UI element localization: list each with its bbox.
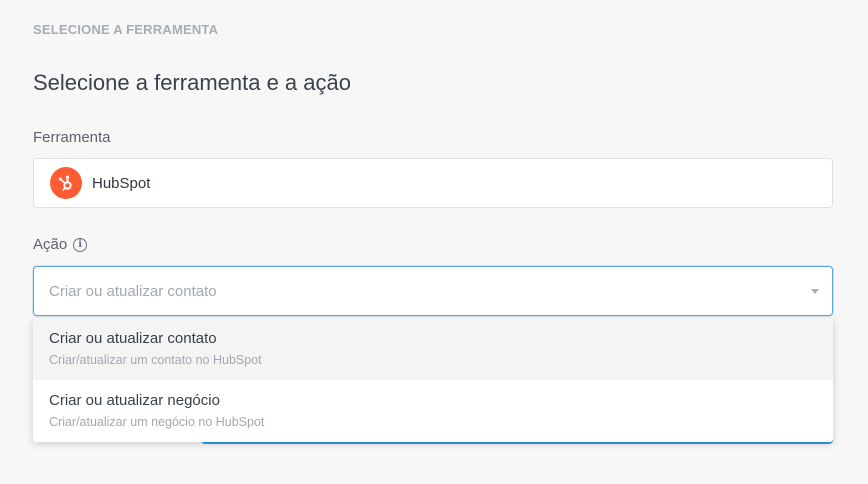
tool-select[interactable]: HubSpot [33,158,833,208]
action-field-label: Ação i [33,236,88,253]
page-title: Selecione a ferramenta e a ação [33,70,351,95]
option-description: Criar/atualizar um negócio no HubSpot [49,415,265,429]
tool-name: HubSpot [92,174,151,192]
info-icon[interactable]: i [73,237,88,252]
section-header: SELECIONE A FERRAMENTA [33,22,219,37]
tool-label-text: Ferramenta [33,129,111,146]
action-label-text: Ação [33,236,68,253]
tool-field-label: Ferramenta [33,129,111,146]
hubspot-logo-icon [50,167,82,199]
action-select[interactable]: Criar ou atualizar contato [33,266,833,316]
dropdown-option[interactable]: Criar ou atualizar negócio Criar/atualiz… [33,380,833,442]
option-title: Criar ou atualizar contato [49,330,217,347]
action-select-placeholder: Criar ou atualizar contato [49,282,217,300]
option-description: Criar/atualizar um contato no HubSpot [49,353,262,367]
dropdown-option[interactable]: Criar ou atualizar contato Criar/atualiz… [33,318,833,380]
option-title: Criar ou atualizar negócio [49,392,220,409]
action-dropdown-menu: Criar ou atualizar contato Criar/atualiz… [33,318,833,442]
tool-selection-page: SELECIONE A FERRAMENTA Selecione a ferra… [0,0,868,484]
caret-down-icon[interactable] [811,289,819,294]
